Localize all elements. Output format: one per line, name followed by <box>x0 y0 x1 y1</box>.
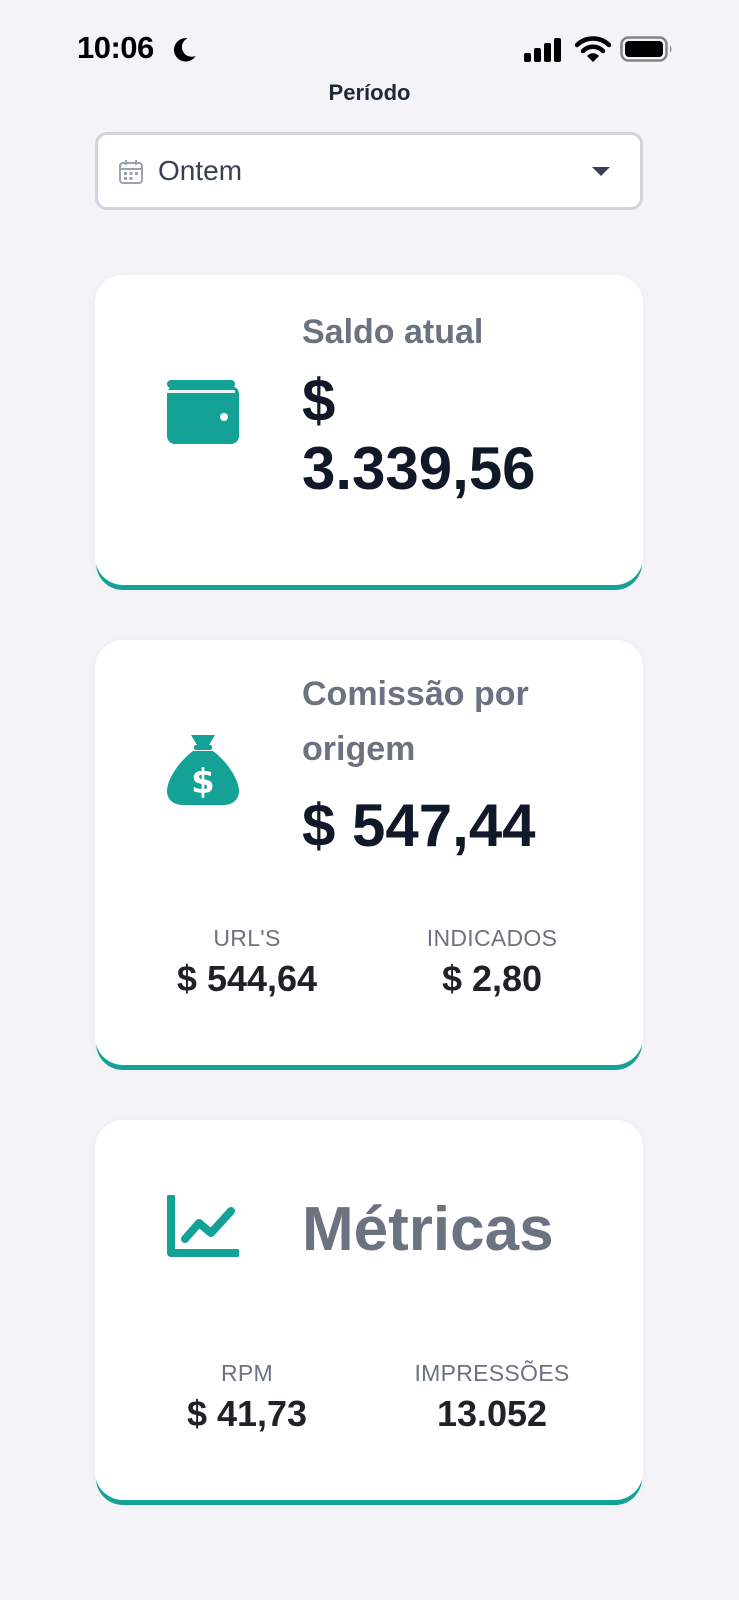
status-time: 10:06 <box>77 30 154 65</box>
commission-referred: INDICADOS $ 2,80 <box>392 925 592 1000</box>
calendar-icon <box>119 160 143 184</box>
referred-label: INDICADOS <box>426 925 558 951</box>
balance-title: Saldo atual <box>302 313 484 351</box>
urls-value: $ 544,64 <box>176 958 318 999</box>
period-label: Período <box>328 80 411 105</box>
commission-card: $ Comissão por origem $ 547,44 URL'S $ 5… <box>95 640 643 1065</box>
status-bar: 10:06 <box>0 0 739 90</box>
metrics-card: Métricas RPM $ 41,73 IMPRESSÕES 13.052 <box>95 1120 643 1500</box>
commission-title-line1: Comissão por <box>302 675 529 713</box>
rpm-label: RPM <box>220 1360 273 1386</box>
moon-icon <box>173 38 196 62</box>
wallet-icon <box>167 380 239 444</box>
balance-amount: 3.339,56 <box>302 435 536 502</box>
chart-line-icon <box>167 1195 239 1257</box>
period-selected-value: Ontem <box>158 155 243 186</box>
impressions-value: 13.052 <box>436 1393 548 1434</box>
urls-label: URL'S <box>213 925 281 951</box>
money-bag-icon: $ <box>167 735 239 805</box>
metrics-impressions: IMPRESSÕES 13.052 <box>392 1360 592 1435</box>
battery-icon <box>620 36 672 62</box>
cellular-signal-icon <box>524 38 561 62</box>
metrics-rpm: RPM $ 41,73 <box>147 1360 347 1435</box>
rpm-value: $ 41,73 <box>186 1393 308 1434</box>
wifi-icon <box>575 36 611 62</box>
commission-urls: URL'S $ 544,64 <box>147 925 347 1000</box>
chevron-down-icon <box>592 167 610 176</box>
metrics-title: Métricas <box>302 1195 554 1264</box>
balance-card: Saldo atual $ 3.339,56 <box>95 275 643 585</box>
commission-title-line2: origem <box>302 730 416 768</box>
referred-value: $ 2,80 <box>441 958 543 999</box>
balance-currency: $ <box>302 367 336 434</box>
period-select[interactable]: Ontem <box>95 132 643 210</box>
svg-text:$: $ <box>191 762 215 802</box>
commission-value: $ 547,44 <box>302 792 536 859</box>
impressions-label: IMPRESSÕES <box>414 1360 570 1386</box>
